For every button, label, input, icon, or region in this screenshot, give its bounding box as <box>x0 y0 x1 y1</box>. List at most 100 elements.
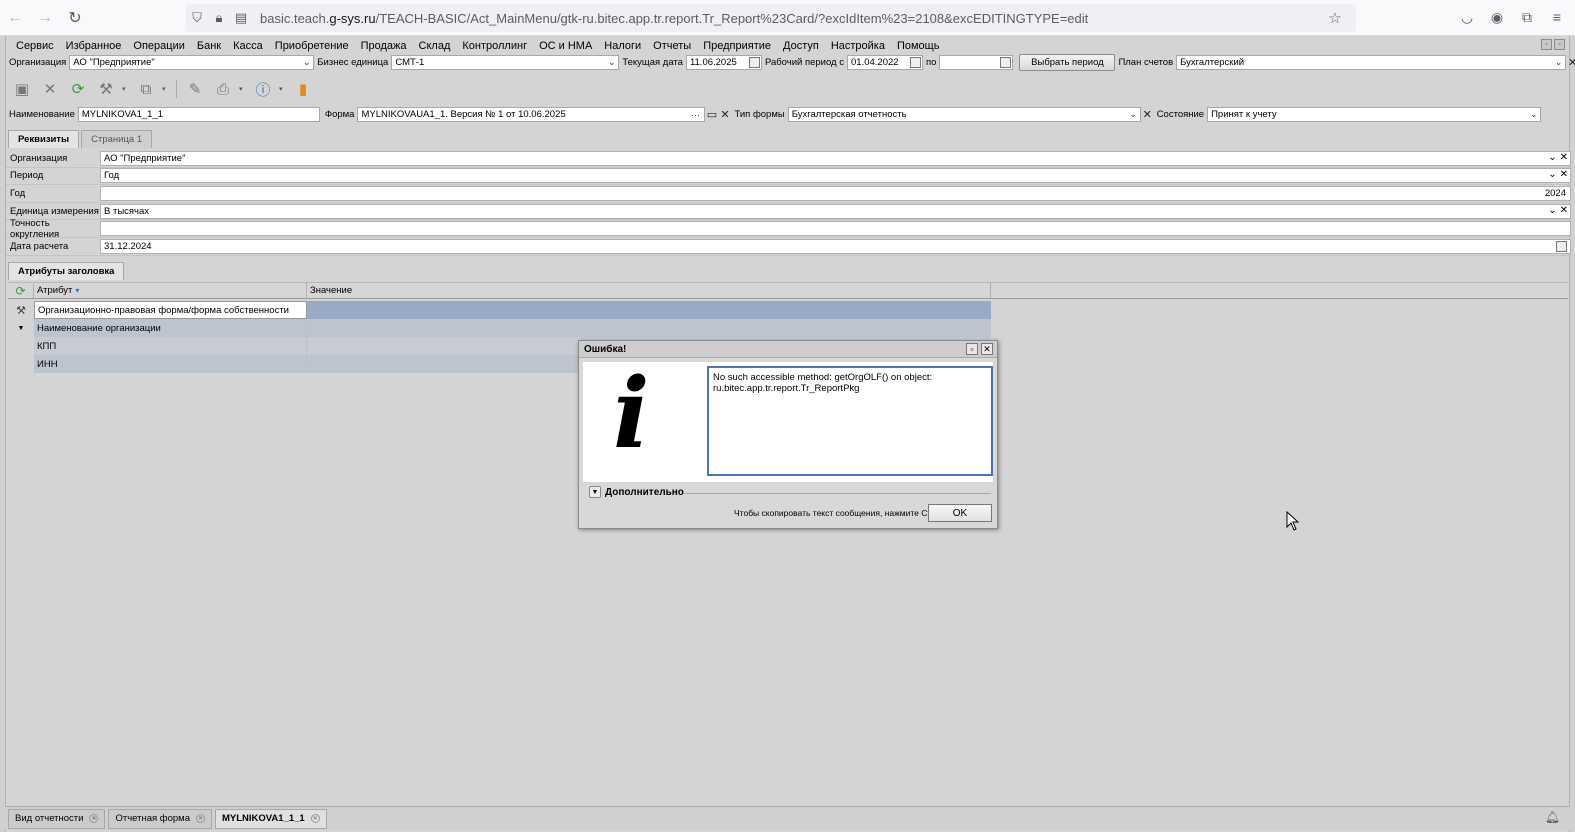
calendar-icon[interactable] <box>748 57 760 68</box>
more-details-toggle[interactable]: ▼ Дополнительно <box>589 486 684 498</box>
refresh-icon[interactable]: ⟳ <box>66 78 90 100</box>
sort-desc-icon[interactable]: ▾ <box>75 286 79 295</box>
col-value-header[interactable]: Значение <box>307 283 991 298</box>
chevron-down-icon[interactable]: ⌄ <box>1528 108 1539 121</box>
chevron-down-icon[interactable]: ⌄ <box>1548 205 1556 216</box>
close-tab-icon[interactable]: ✕ <box>89 814 99 823</box>
clear-icon[interactable]: ✕ <box>1566 55 1575 70</box>
more-dots-icon[interactable]: ··· <box>687 108 703 121</box>
notification-bell-icon[interactable]: 🔔︎ <box>1545 810 1560 824</box>
tools-icon[interactable]: ⚒ <box>94 78 118 100</box>
prop-period-value[interactable]: Год ⌄ ✕ <box>100 168 1571 184</box>
table-row[interactable]: ⚒ Организационно-правовая форма/форма со… <box>8 301 991 319</box>
table-row[interactable]: ▼ Наименование организации <box>8 319 991 337</box>
menu-item-enterprise[interactable]: Предприятие <box>697 40 777 52</box>
calendar-icon[interactable] <box>1556 240 1567 252</box>
chevron-down-icon[interactable]: ⌄ <box>1128 108 1139 121</box>
window-settings-icon[interactable]: ◦ <box>1554 39 1565 50</box>
menu-item-favorites[interactable]: Избранное <box>60 40 128 52</box>
bookmark-star-icon[interactable]: ☆ <box>1324 9 1346 27</box>
chart-of-accounts-select[interactable]: Бухгалтерский ⌄ <box>1176 55 1567 70</box>
clear-icon[interactable]: ✕ <box>1560 152 1568 163</box>
window-tab-report-form[interactable]: Отчетная форма ✕ <box>108 808 212 829</box>
org-select[interactable]: АО "Предприятие" ⌄ <box>69 55 315 70</box>
menu-item-assets[interactable]: ОС и НМА <box>533 40 598 52</box>
save-icon[interactable]: ▣ <box>10 78 34 100</box>
copy-icon[interactable]: ⧉ <box>134 78 158 100</box>
dropdown-arrow-icon[interactable]: ▾ <box>122 85 130 93</box>
menu-item-warehouse[interactable]: Склад <box>413 40 457 52</box>
chevron-down-icon[interactable]: ⌄ <box>1553 56 1564 69</box>
menu-item-cash[interactable]: Касса <box>227 40 269 52</box>
form-type-select[interactable]: Бухгалтерская отчетность ⌄ <box>787 107 1141 122</box>
prop-calc-date-value[interactable]: 31.12.2024 <box>100 238 1571 254</box>
chevron-down-icon[interactable]: ▼ <box>589 486 601 498</box>
dialog-title-bar[interactable]: Ошибка! ▫ ✕ <box>579 341 997 358</box>
error-message-text[interactable]: No such accessible method: getOrgOLF() o… <box>707 366 993 476</box>
calendar-icon[interactable] <box>1000 57 1012 68</box>
menu-item-controlling[interactable]: Контроллинг <box>456 40 533 52</box>
exit-door-icon[interactable]: ▮ <box>291 78 315 100</box>
collapse-triangle-icon[interactable]: ▼ <box>8 319 34 337</box>
chevron-down-icon[interactable]: ⌄ <box>1548 169 1556 180</box>
dropdown-arrow-icon[interactable]: ▾ <box>279 85 287 93</box>
menu-item-access[interactable]: Доступ <box>777 40 825 52</box>
period-from-input[interactable]: 01.04.2022 <box>847 55 923 70</box>
page-info-icon[interactable]: ▤ <box>230 10 252 26</box>
ok-button[interactable]: OK <box>928 504 992 522</box>
account-icon[interactable]: ◉ <box>1487 6 1507 28</box>
chevron-down-icon[interactable]: ⌄ <box>606 56 617 69</box>
menu-item-help[interactable]: Помощь <box>891 40 946 52</box>
chevron-down-icon[interactable]: ⌄ <box>1548 152 1556 163</box>
window-tab-report-type[interactable]: Вид отчетности ✕ <box>8 808 106 829</box>
extensions-icon[interactable]: ⧉ <box>1517 6 1537 28</box>
clear-icon[interactable]: ✕ <box>1560 205 1568 216</box>
prop-year-value[interactable]: 2024 <box>100 185 1571 201</box>
refresh-icon[interactable]: ⟳ <box>8 283 34 298</box>
tab-page-1[interactable]: Страница 1 <box>81 130 153 148</box>
lock-icon[interactable]: 🔒︎ <box>208 10 230 26</box>
tab-header-attributes[interactable]: Атрибуты заголовка <box>8 262 125 280</box>
menu-item-purchase[interactable]: Приобретение <box>269 40 355 52</box>
calendar-icon[interactable] <box>910 57 921 68</box>
menu-item-sales[interactable]: Продажа <box>355 40 413 52</box>
cancel-icon[interactable]: ✕ <box>38 78 62 100</box>
close-icon[interactable]: ✕ <box>981 343 993 355</box>
print-icon[interactable]: ⎙ <box>211 78 235 100</box>
open-form-icon[interactable]: ▭ <box>705 107 718 122</box>
menu-item-operations[interactable]: Операции <box>127 40 190 52</box>
chevron-down-icon[interactable]: ⌄ <box>301 56 312 69</box>
state-select[interactable]: Принят к учету ⌄ <box>1207 107 1542 122</box>
hamburger-menu-icon[interactable]: ≡ <box>1547 6 1567 28</box>
url-text[interactable]: basic.teach.g-sys.ru/TEACH-BASIC/Act_Mai… <box>260 11 1088 26</box>
bu-select[interactable]: СМТ-1 ⌄ <box>391 55 620 70</box>
dropdown-arrow-icon[interactable]: ▾ <box>239 85 247 93</box>
value-cell[interactable] <box>307 319 991 337</box>
pocket-icon[interactable]: ◡ <box>1457 6 1477 28</box>
form-input[interactable]: MYLNIKOVAUA1_1. Версия № 1 от 10.06.2025… <box>357 107 706 122</box>
info-icon[interactable]: ⓘ <box>251 78 275 100</box>
tab-requisites[interactable]: Реквизиты <box>8 130 80 148</box>
clear-icon[interactable]: ✕ <box>718 107 731 122</box>
prop-org-value[interactable]: АО "Предприятие" ⌄ ✕ <box>100 150 1571 166</box>
value-cell[interactable] <box>307 301 991 319</box>
prop-rounding-value[interactable] <box>100 221 1571 237</box>
attr-cell[interactable]: Организационно-правовая форма/форма собс… <box>34 301 307 319</box>
back-arrow-icon[interactable]: ← <box>0 3 30 33</box>
address-bar[interactable]: ⛉ 🔒︎ ▤ basic.teach.g-sys.ru/TEACH-BASIC/… <box>186 4 1356 32</box>
menu-item-bank[interactable]: Банк <box>191 40 227 52</box>
clear-icon[interactable]: ✕ <box>1141 107 1154 122</box>
attr-cell[interactable]: Наименование организации <box>34 319 307 337</box>
dropdown-arrow-icon[interactable]: ▾ <box>162 85 170 93</box>
maximize-icon[interactable]: ▫ <box>966 343 978 355</box>
tools-icon[interactable]: ⚒ <box>8 301 34 319</box>
menu-item-reports[interactable]: Отчеты <box>647 40 697 52</box>
menu-item-taxes[interactable]: Налоги <box>598 40 647 52</box>
close-tab-icon[interactable]: ✕ <box>310 814 320 823</box>
col-attribute-header[interactable]: Атрибут ▾ <box>34 283 307 298</box>
forward-arrow-icon[interactable]: → <box>30 3 60 33</box>
window-restore-icon[interactable]: ▫ <box>1541 39 1552 50</box>
date-input[interactable]: 11.06.2025 <box>685 55 762 70</box>
prop-unit-value[interactable]: В тысячах ⌄ ✕ <box>100 203 1571 219</box>
window-tab-current[interactable]: MYLNIKOVA1_1_1 ✕ <box>215 808 327 829</box>
